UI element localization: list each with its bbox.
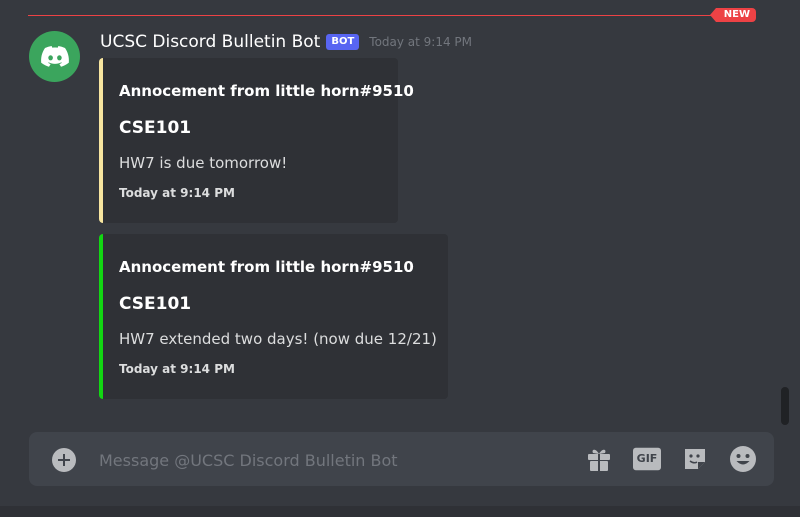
new-badge: NEW — [709, 8, 756, 22]
embed-2: Annocement from little horn#9510 CSE101 … — [99, 234, 448, 399]
avatar[interactable] — [29, 31, 80, 82]
bottom-strip — [0, 506, 800, 517]
gif-label: GIF — [636, 452, 658, 465]
embed-title: CSE101 — [119, 294, 192, 314]
sticker-button[interactable] — [681, 445, 709, 473]
message-input[interactable] — [97, 446, 571, 474]
embed-footer: Today at 9:14 PM — [119, 362, 235, 376]
gift-button[interactable] — [585, 445, 613, 473]
new-messages-divider — [28, 15, 756, 16]
discord-logo-icon — [40, 45, 69, 67]
add-attachment-button[interactable] — [52, 448, 76, 472]
sticker-icon — [685, 449, 705, 469]
embed-description: HW7 extended two days! (now due 12/21) — [119, 330, 437, 348]
embed-footer: Today at 9:14 PM — [119, 186, 235, 200]
embed-1: Annocement from little horn#9510 CSE101 … — [99, 58, 414, 223]
embed-description: HW7 is due tomorrow! — [119, 154, 288, 172]
embed-author: Annocement from little horn#9510 — [119, 258, 414, 276]
embed-author: Annocement from little horn#9510 — [119, 82, 414, 100]
username[interactable]: UCSC Discord Bulletin Bot — [100, 32, 320, 52]
embed-title: CSE101 — [119, 118, 192, 138]
message-header: UCSC Discord Bulletin Bot BOT Today at 9… — [100, 30, 472, 54]
scrollbar-thumb[interactable] — [781, 387, 789, 425]
emoji-icon — [730, 446, 756, 472]
gif-button[interactable]: GIF — [633, 445, 661, 473]
bot-tag: BOT — [326, 34, 360, 50]
scrollbar-track[interactable] — [781, 0, 789, 430]
add-icon — [58, 454, 70, 466]
message-composer: GIF — [29, 432, 774, 486]
gift-icon — [588, 449, 610, 471]
emoji-button[interactable] — [729, 445, 757, 473]
message-timestamp[interactable]: Today at 9:14 PM — [369, 35, 472, 49]
